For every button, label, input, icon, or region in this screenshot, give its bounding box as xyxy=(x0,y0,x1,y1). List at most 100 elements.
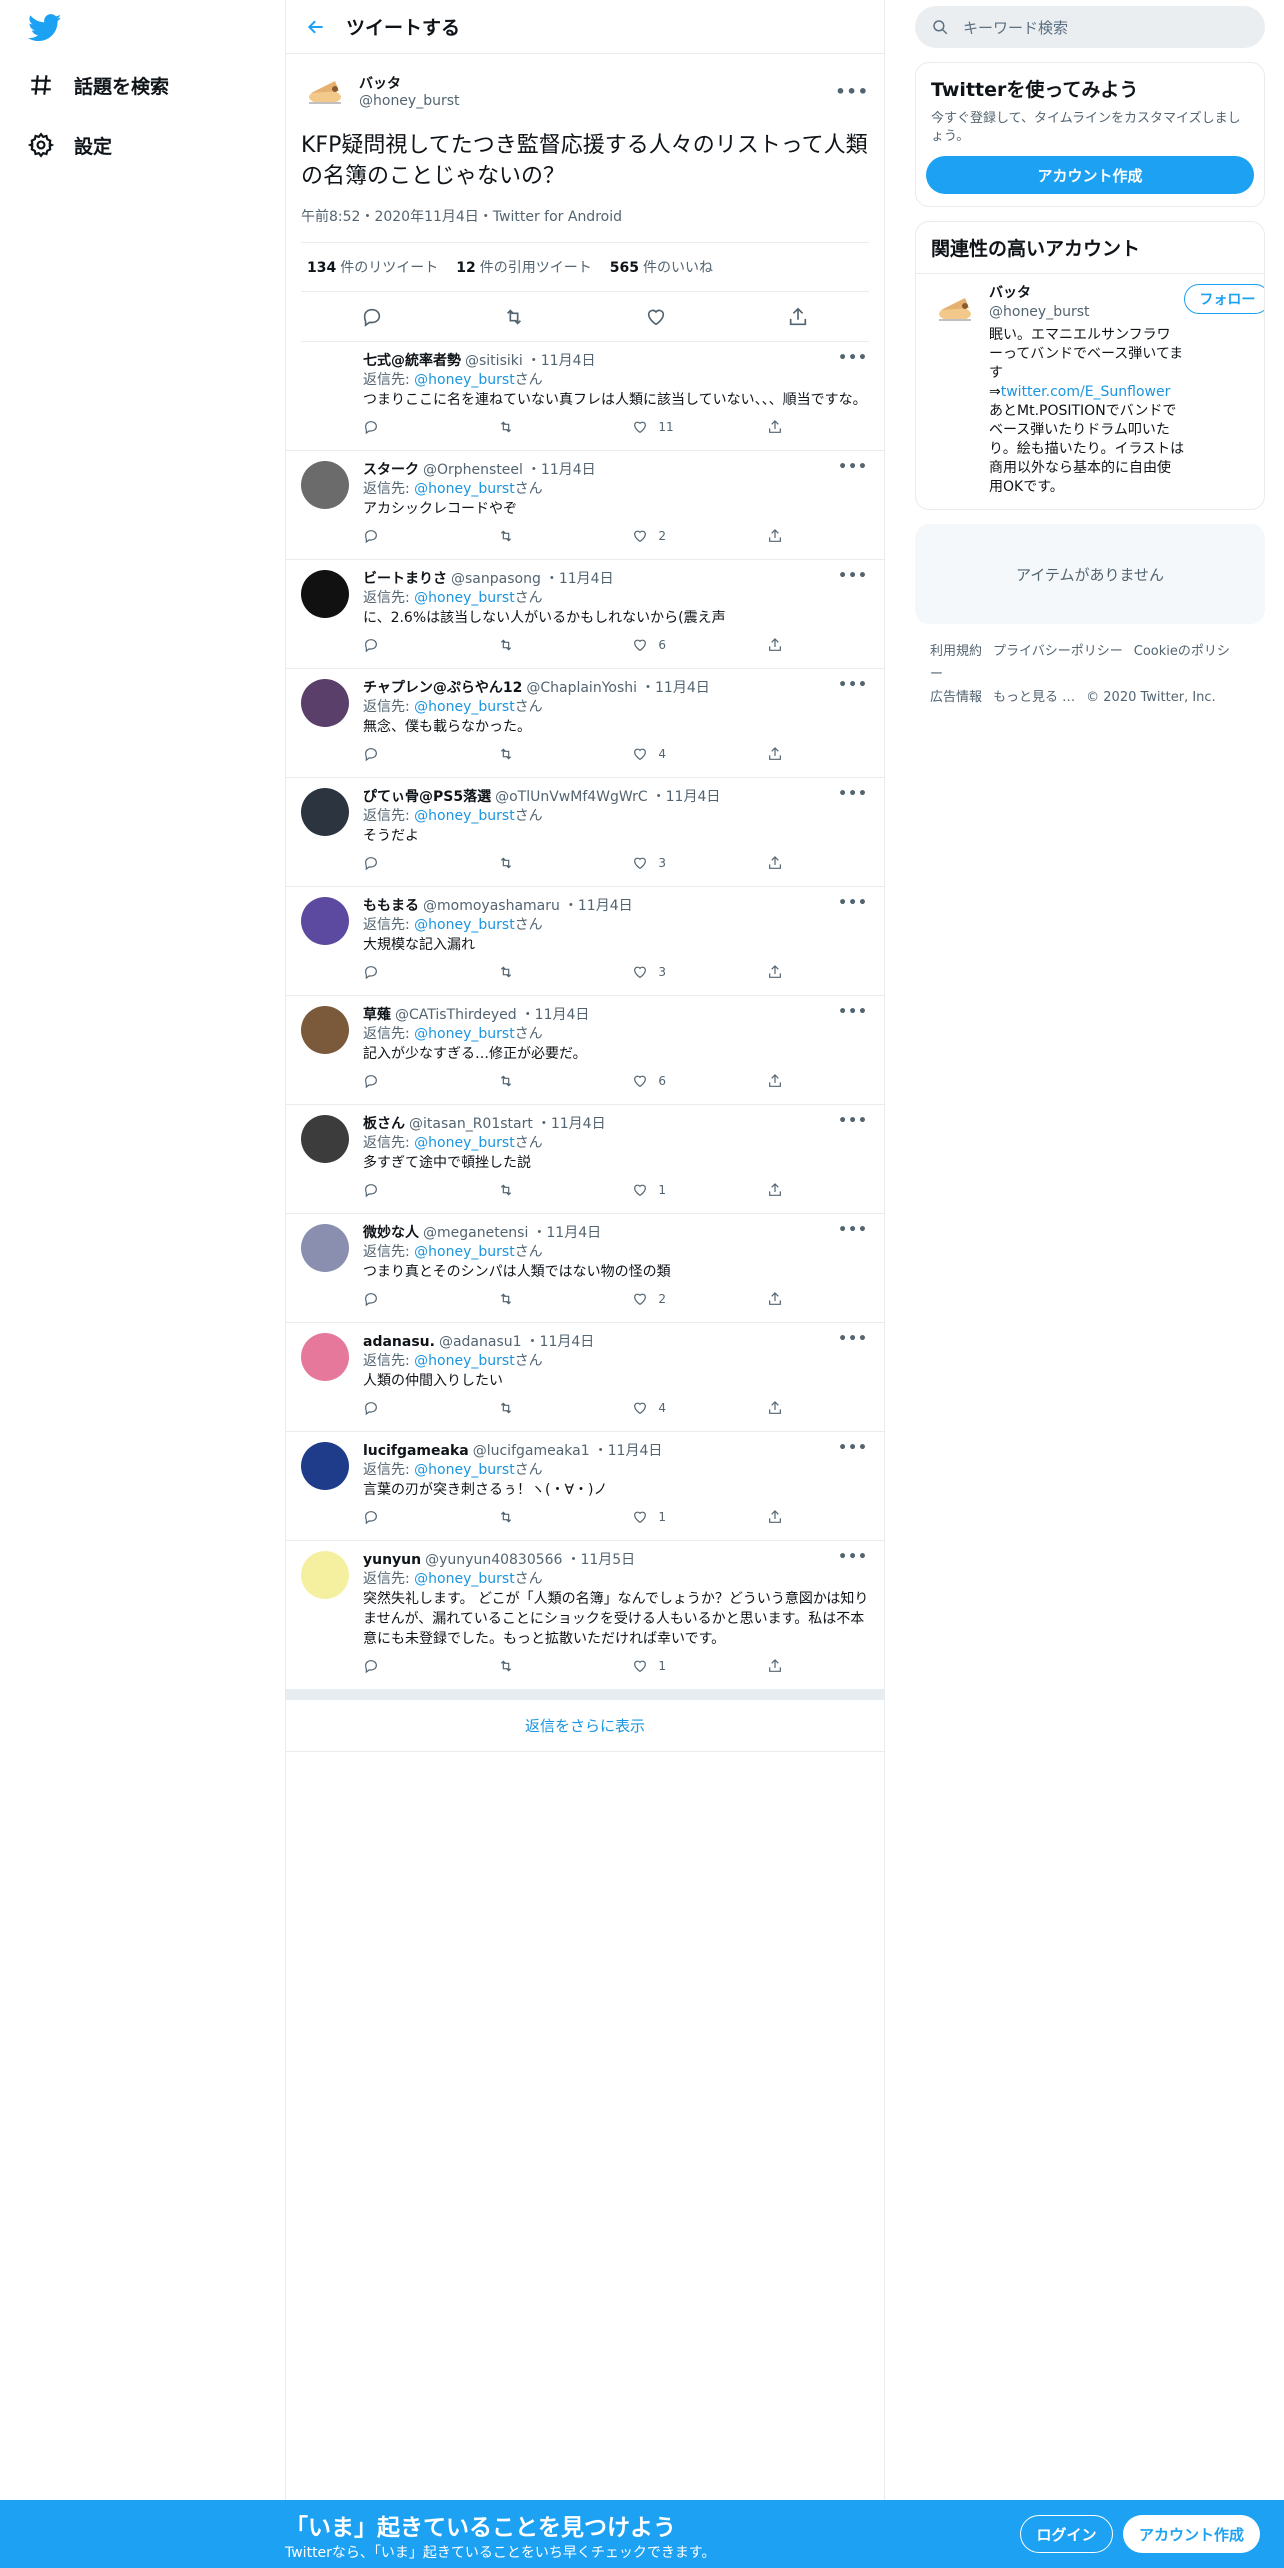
share-button[interactable] xyxy=(767,1400,783,1416)
reply-to-handle[interactable]: @honey_burst xyxy=(414,699,515,715)
avatar[interactable] xyxy=(301,1442,349,1490)
reply-to-handle[interactable]: @honey_burst xyxy=(414,1571,515,1587)
avatar[interactable] xyxy=(931,284,979,332)
more-options-icon[interactable]: ••• xyxy=(835,82,869,101)
reply-button[interactable] xyxy=(363,1073,453,1089)
reply-author-handle[interactable]: @itasan_R01start xyxy=(409,1115,533,1134)
footer-terms[interactable]: 利用規約 xyxy=(930,644,982,659)
avatar[interactable] xyxy=(301,1006,349,1054)
reply-date[interactable]: ・11月4日 xyxy=(545,570,614,589)
reply-button[interactable] xyxy=(363,855,453,871)
reply-author-name[interactable]: lucifgameaka xyxy=(363,1442,469,1461)
reply-icon[interactable] xyxy=(361,306,383,328)
reply-to-handle[interactable]: @honey_burst xyxy=(414,1026,515,1042)
reply-date[interactable]: ・11月5日 xyxy=(566,1551,635,1570)
avatar[interactable] xyxy=(301,1551,349,1599)
reply-tweet[interactable]: ••• ももまる @momoyashamaru ・11月4日 返信先: @honey_b… xyxy=(286,887,884,996)
retweet-button[interactable] xyxy=(498,1073,588,1089)
footer-ads[interactable]: 広告情報 xyxy=(930,690,982,705)
create-account-button[interactable]: アカウント作成 xyxy=(926,156,1254,194)
reply-tweet[interactable]: ••• 草薙 @CATisThirdeyed ・11月4日 返信先: @honey_bu… xyxy=(286,996,884,1105)
avatar[interactable] xyxy=(301,897,349,945)
like-button[interactable]: 4 xyxy=(632,746,722,762)
reply-author-handle[interactable]: @momoyashamaru xyxy=(423,897,560,916)
reply-date[interactable]: ・11月4日 xyxy=(527,352,596,371)
quotes-stat[interactable]: 12 件の引用ツイート xyxy=(456,257,591,277)
nav-settings[interactable]: 設定 xyxy=(28,125,112,165)
like-button[interactable]: 6 xyxy=(632,637,722,653)
like-button[interactable]: 3 xyxy=(632,964,722,980)
reply-tweet[interactable]: ••• スターク @Orphensteel ・11月4日 返信先: @honey_bur… xyxy=(286,451,884,560)
reply-date[interactable]: ・11月4日 xyxy=(521,1006,590,1025)
like-button[interactable]: 6 xyxy=(632,1073,722,1089)
retweets-stat[interactable]: 134 件のリツイート xyxy=(307,257,438,277)
reply-tweet[interactable]: ••• lucifgameaka @lucifgameaka1 ・11月4日 返信先: … xyxy=(286,1432,884,1541)
retweet-button[interactable] xyxy=(498,419,588,435)
reply-to-handle[interactable]: @honey_burst xyxy=(414,1244,515,1260)
reply-author-handle[interactable]: @sanpasong xyxy=(451,570,541,589)
author-handle[interactable]: @honey_burst xyxy=(359,93,835,109)
reply-button[interactable] xyxy=(363,1400,453,1416)
reply-date[interactable]: ・11月4日 xyxy=(564,897,633,916)
share-button[interactable] xyxy=(767,528,783,544)
reply-author-handle[interactable]: @meganetensi xyxy=(423,1224,528,1243)
avatar[interactable] xyxy=(301,1224,349,1272)
tweet-meta[interactable]: 午前8:52・2020年11月4日・Twitter for Android xyxy=(301,206,869,226)
more-options-icon[interactable]: ••• xyxy=(838,786,868,802)
more-options-icon[interactable]: ••• xyxy=(838,1331,868,1347)
reply-button[interactable] xyxy=(363,1509,453,1525)
avatar[interactable] xyxy=(301,679,349,727)
reply-button[interactable] xyxy=(363,964,453,980)
reply-author-handle[interactable]: @sitisiki xyxy=(465,352,523,371)
more-options-icon[interactable]: ••• xyxy=(838,1004,868,1020)
retweet-button[interactable] xyxy=(498,1658,588,1674)
more-options-icon[interactable]: ••• xyxy=(838,677,868,693)
reply-tweet[interactable]: ••• adanasu. @adanasu1 ・11月4日 返信先: @honey_bu… xyxy=(286,1323,884,1432)
reply-author-name[interactable]: 微妙な人 xyxy=(363,1224,419,1243)
reply-author-name[interactable]: adanasu. xyxy=(363,1333,435,1352)
reply-author-name[interactable]: 七式@統率者勢 xyxy=(363,352,461,371)
reply-button[interactable] xyxy=(363,1658,453,1674)
like-button[interactable]: 1 xyxy=(632,1509,722,1525)
retweet-button[interactable] xyxy=(498,1509,588,1525)
like-button[interactable]: 2 xyxy=(632,528,722,544)
more-options-icon[interactable]: ••• xyxy=(838,568,868,584)
avatar[interactable] xyxy=(301,1333,349,1381)
reply-date[interactable]: ・11月4日 xyxy=(526,1333,595,1352)
reply-author-handle[interactable]: @Orphensteel xyxy=(423,461,523,480)
reply-author-name[interactable]: ビートまりさ xyxy=(363,570,447,589)
reply-tweet[interactable]: ••• 七式@統率者勢 @sitisiki ・11月4日 返信先: @honey_bur… xyxy=(286,342,884,451)
show-more-replies-button[interactable]: 返信をさらに表示 xyxy=(286,1700,884,1752)
reply-author-name[interactable]: 草薙 xyxy=(363,1006,391,1025)
retweet-button[interactable] xyxy=(498,746,588,762)
share-button[interactable] xyxy=(767,1658,783,1674)
avatar[interactable] xyxy=(301,461,349,509)
reply-date[interactable]: ・11月4日 xyxy=(537,1115,606,1134)
share-button[interactable] xyxy=(767,1182,783,1198)
nav-explore[interactable]: 話題を検索 xyxy=(28,65,169,105)
reply-button[interactable] xyxy=(363,1182,453,1198)
reply-author-name[interactable]: yunyun xyxy=(363,1551,421,1570)
avatar[interactable] xyxy=(301,570,349,618)
reply-to-handle[interactable]: @honey_burst xyxy=(414,1135,515,1151)
reply-button[interactable] xyxy=(363,1291,453,1307)
more-options-icon[interactable]: ••• xyxy=(838,350,868,366)
related-handle[interactable]: @honey_burst xyxy=(989,303,1184,322)
reply-author-handle[interactable]: @yunyun40830566 xyxy=(425,1551,562,1570)
reply-date[interactable]: ・11月4日 xyxy=(594,1442,663,1461)
share-button[interactable] xyxy=(767,419,783,435)
avatar[interactable] xyxy=(301,352,349,400)
reply-date[interactable]: ・11月4日 xyxy=(527,461,596,480)
reply-tweet[interactable]: ••• 板さん @itasan_R01start ・11月4日 返信先: @honey_… xyxy=(286,1105,884,1214)
reply-date[interactable]: ・11月4日 xyxy=(652,788,721,807)
reply-tweet[interactable]: ••• 微妙な人 @meganetensi ・11月4日 返信先: @honey_bur… xyxy=(286,1214,884,1323)
like-button[interactable]: 3 xyxy=(632,855,722,871)
retweet-button[interactable] xyxy=(498,1291,588,1307)
reply-date[interactable]: ・11月4日 xyxy=(641,679,710,698)
reply-author-name[interactable]: 板さん xyxy=(363,1115,405,1134)
related-bio-link[interactable]: twitter.com/E_Sunflower xyxy=(1001,384,1171,400)
reply-to-handle[interactable]: @honey_burst xyxy=(414,808,515,824)
signup-button[interactable]: アカウント作成 xyxy=(1123,2515,1260,2553)
retweet-button[interactable] xyxy=(498,855,588,871)
like-icon[interactable] xyxy=(645,306,667,328)
